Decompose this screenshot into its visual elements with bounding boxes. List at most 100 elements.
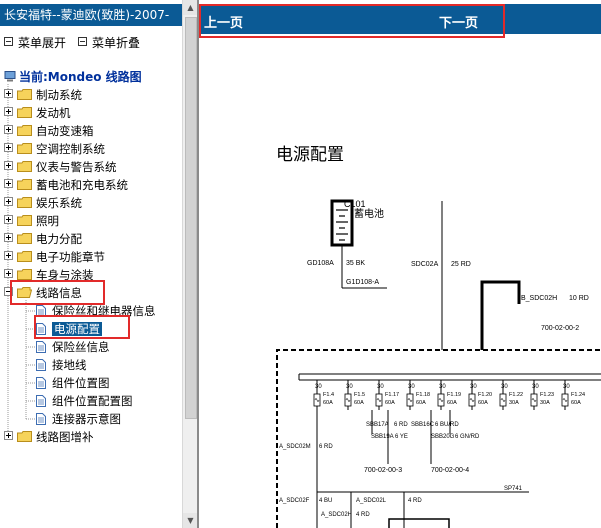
document-icon	[36, 305, 46, 317]
wire-label: A_SDC02M	[279, 444, 311, 450]
fuse: 30F1.5 60A	[344, 380, 365, 410]
document-icon	[36, 359, 46, 371]
document-icon	[36, 377, 46, 389]
fuse-rating: 30A	[540, 400, 550, 406]
diagram-title: 电源配置	[276, 145, 344, 165]
wire-label: 6 RD	[319, 444, 333, 450]
document-icon	[36, 413, 46, 425]
fuse-row: 30F1.460A30F1.560A30F1.1760A30F1.1860A30…	[313, 380, 585, 410]
wire-label: 4 RD	[408, 498, 422, 504]
fuse-rating: 60A	[416, 400, 426, 406]
fuse-rating: 60A	[447, 400, 457, 406]
tree-leaf-ground[interactable]: 接地线	[36, 356, 87, 374]
collapse-minus-icon[interactable]	[4, 287, 13, 296]
scroll-down-icon[interactable]: ▼	[183, 513, 198, 528]
wire-label: SBB19A	[371, 434, 394, 440]
fuse-terminal-label: 30	[470, 384, 477, 390]
tree-node-power-distribution[interactable]: 电力分配	[4, 230, 82, 248]
fuse: 30F1.20 60A	[468, 380, 492, 410]
reference-label: 700-02-00-2	[541, 325, 579, 332]
wire-label: 4 BU	[319, 498, 332, 504]
wire-label: SDC02A	[411, 261, 439, 268]
wire-label: 6 YE	[395, 434, 408, 440]
wire-label: 6 GN/RD	[455, 434, 480, 440]
tree-node-body-paint[interactable]: 车身与涂装	[4, 266, 94, 284]
fuse-rating: 60A	[478, 400, 488, 406]
fuse: 30F1.22 30A	[499, 380, 523, 410]
fuse-terminal-label: 30	[563, 384, 570, 390]
folder-icon	[17, 125, 32, 136]
tree-leaf-component-location-config[interactable]: 组件位置配置图	[36, 392, 133, 410]
folder-icon	[17, 107, 32, 118]
tree-node-engine[interactable]: 发动机	[4, 104, 71, 122]
folder-icon	[17, 431, 32, 442]
expand-plus-icon[interactable]	[4, 161, 13, 170]
folder-icon	[17, 269, 32, 280]
fuse-terminal-label: 30	[315, 384, 322, 390]
tree-leaf-fuse-info[interactable]: 保险丝信息	[36, 338, 110, 356]
open-folder-icon	[17, 287, 32, 298]
folder-icon	[17, 143, 32, 154]
document-icon	[36, 395, 46, 407]
tree-node-battery-charging[interactable]: 蓄电池和充电系统	[4, 176, 128, 194]
reference-label: 700-02-00-3	[364, 467, 402, 474]
page-nav-bar: 上一页 下一页	[199, 4, 601, 34]
expand-plus-icon[interactable]	[4, 197, 13, 206]
scroll-up-icon[interactable]: ▲	[183, 0, 198, 15]
battery-id: C101	[344, 199, 366, 209]
fuse: 30F1.24 60A	[561, 380, 585, 410]
prev-page-link[interactable]: 上一页	[204, 12, 243, 31]
fuse: 30F1.19 60A	[437, 380, 461, 410]
fuse-id: F1.18	[416, 392, 430, 398]
document-icon	[36, 323, 46, 335]
tree-node-lighting[interactable]: 照明	[4, 212, 59, 230]
fuse-id: F1.17	[385, 392, 399, 398]
folder-icon	[17, 251, 32, 262]
expand-plus-icon[interactable]	[4, 269, 13, 278]
battery-label: 蓄电池	[354, 207, 384, 220]
tree-leaf-fuse-relay-info[interactable]: 保险丝和继电器信息	[36, 302, 156, 320]
fuse: 30F1.4 60A	[313, 380, 334, 410]
tree-root[interactable]: 当前:Mondeo 线路图	[4, 68, 142, 85]
tree-leaf-component-location[interactable]: 组件位置图	[36, 374, 110, 392]
fuse-terminal-label: 30	[439, 384, 446, 390]
expand-plus-icon[interactable]	[4, 125, 13, 134]
wiring-diagram: 30F1.460A30F1.560A30F1.1760A30F1.1860A30…	[276, 145, 601, 528]
next-page-link[interactable]: 下一页	[439, 12, 478, 31]
reference-label: 700-02-00-4	[431, 467, 469, 474]
expand-plus-icon[interactable]	[4, 233, 13, 242]
fuse-rating: 60A	[323, 400, 333, 406]
fuse-id: F1.22	[509, 392, 523, 398]
fuse-id: F1.4	[323, 392, 334, 398]
tree-node-auto-transmission[interactable]: 自动变速箱	[4, 122, 94, 140]
tree-node-entertainment[interactable]: 娱乐系统	[4, 194, 82, 212]
expand-plus-icon[interactable]	[4, 215, 13, 224]
tree-leaf-connector-diagram[interactable]: 连接器示意图	[36, 410, 121, 428]
expand-plus-icon[interactable]	[4, 179, 13, 188]
folder-icon	[17, 89, 32, 100]
folder-icon	[17, 233, 32, 244]
expand-plus-icon[interactable]	[4, 89, 13, 98]
tree-node-wiring-info[interactable]: 线路信息	[4, 284, 82, 302]
tree-node-electronic-functions[interactable]: 电子功能章节	[4, 248, 105, 266]
tree-node-climate-control[interactable]: 空调控制系统	[4, 140, 105, 158]
wire-label: SBB20G	[431, 434, 455, 440]
expand-plus-icon[interactable]	[4, 251, 13, 260]
left-vertical-scrollbar[interactable]: ▲ ▼	[182, 0, 198, 528]
tree-node-brakes[interactable]: 制动系统	[4, 86, 82, 104]
expand-plus-icon[interactable]	[4, 143, 13, 152]
folder-icon	[17, 179, 32, 190]
wire-label: 4 RD	[356, 512, 370, 518]
wire-label: 10 RD	[569, 295, 589, 302]
folder-icon	[17, 197, 32, 208]
wire-label: G1D108-A	[346, 279, 379, 286]
tree-node-wiring-supplement[interactable]: 线路图增补	[4, 428, 94, 446]
wire-label: A_SDC02H	[321, 512, 352, 518]
fuse-terminal-label: 30	[501, 384, 508, 390]
expand-plus-icon[interactable]	[4, 107, 13, 116]
diagram-static-lines	[276, 199, 601, 528]
tree-leaf-power-config[interactable]: 电源配置	[36, 320, 102, 338]
expand-plus-icon[interactable]	[4, 431, 13, 440]
scroll-thumb[interactable]	[185, 17, 197, 419]
tree-node-instrument-warning[interactable]: 仪表与警告系统	[4, 158, 117, 176]
